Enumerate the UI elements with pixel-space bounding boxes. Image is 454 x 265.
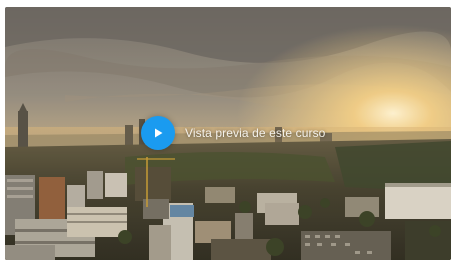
- course-preview-video[interactable]: Vista previa de este curso: [5, 7, 451, 260]
- course-preview-frame: Vista previa de este curso: [0, 0, 454, 265]
- play-button[interactable]: [141, 116, 175, 150]
- play-icon: [155, 128, 163, 138]
- preview-play-control[interactable]: Vista previa de este curso: [141, 116, 325, 150]
- preview-label[interactable]: Vista previa de este curso: [185, 126, 325, 140]
